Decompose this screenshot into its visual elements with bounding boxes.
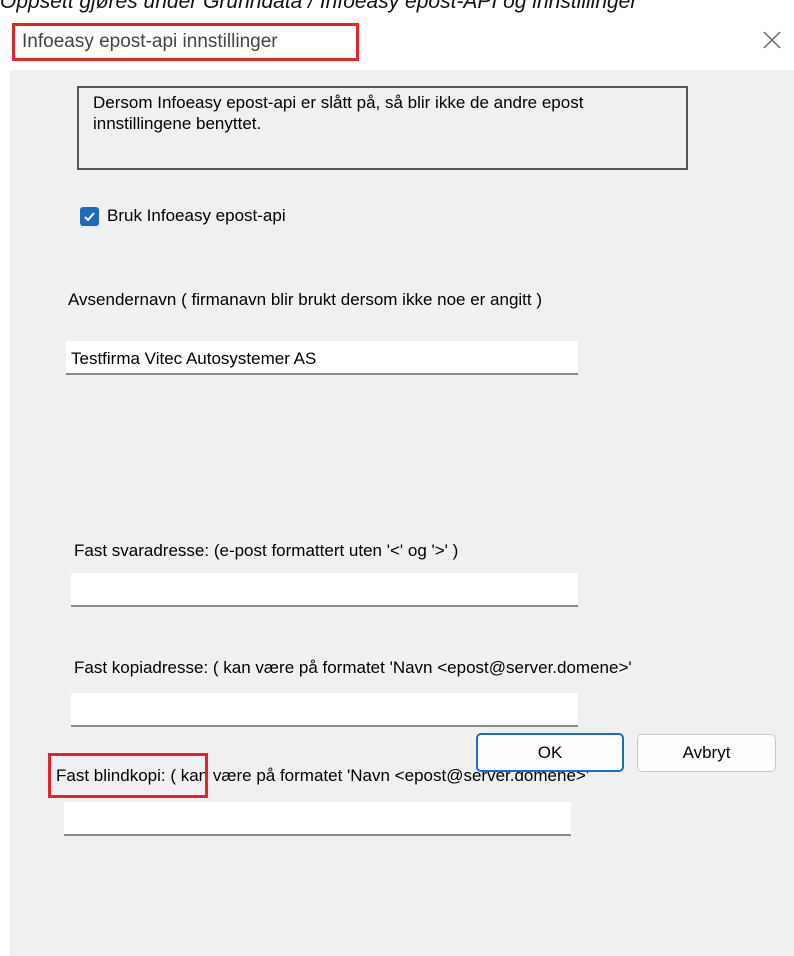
reply-address-label: Fast svaradresse: (e-post formattert ute…: [74, 541, 459, 560]
copy-address-input[interactable]: [71, 693, 578, 727]
close-button[interactable]: [754, 22, 790, 58]
bcc-highlight-box: [48, 753, 208, 798]
document-caption: Oppsett gjøres under Grunndata / Infoeas…: [0, 0, 638, 13]
ok-button[interactable]: OK: [476, 733, 624, 772]
bcc-input[interactable]: [64, 802, 571, 836]
close-icon: [763, 31, 781, 49]
use-api-checkbox[interactable]: [80, 206, 99, 226]
sender-name-label: Avsendernavn ( firmanavn blir brukt ders…: [68, 290, 543, 309]
info-text-box: Dersom Infoeasy epost-api er slått på, s…: [77, 86, 688, 170]
checkmark-icon: [84, 211, 95, 221]
cancel-button[interactable]: Avbryt: [637, 734, 776, 772]
settings-dialog: Infoeasy epost-api innstillinger Dersom …: [10, 16, 794, 956]
copy-address-label: Fast kopiadresse: ( kan være på formatet…: [74, 658, 632, 677]
use-api-checkbox-row[interactable]: Bruk Infoeasy epost-api: [80, 206, 286, 226]
use-api-label: Bruk Infoeasy epost-api: [107, 206, 286, 225]
sender-name-input[interactable]: Testfirma Vitec Autosystemer AS: [66, 341, 578, 375]
reply-address-input[interactable]: [71, 573, 578, 607]
title-bar: Infoeasy epost-api innstillinger: [10, 16, 794, 70]
title-highlight-box: [12, 23, 359, 61]
